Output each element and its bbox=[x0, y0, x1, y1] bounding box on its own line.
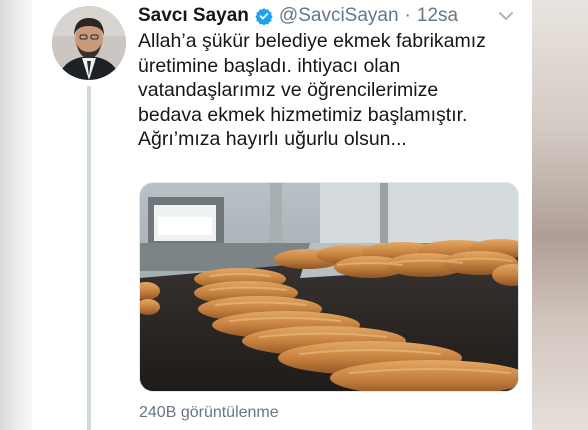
bread-factory-image bbox=[140, 183, 518, 391]
chevron-down-icon[interactable] bbox=[498, 9, 514, 21]
tweet-card[interactable]: Savcı Sayan @SavciSayan · 12sa Allah’a ş… bbox=[32, 0, 532, 430]
background-right-edge bbox=[532, 0, 588, 430]
separator-dot: · bbox=[404, 5, 411, 26]
tweet-text-line: vatandaşlarımız ve öğrencilerimize bbox=[138, 79, 439, 101]
avatar-image bbox=[52, 6, 126, 80]
tweet-text-line: üretimine başladı. ihtiyacı olan bbox=[138, 54, 401, 77]
verified-badge-icon bbox=[255, 7, 273, 26]
author-handle[interactable]: @SavciSayan bbox=[279, 5, 399, 27]
tweet-timestamp[interactable]: 12sa bbox=[417, 5, 458, 27]
tweet-text: Allah’a şükür belediye ekmek fabrikamız … bbox=[138, 29, 528, 152]
thread-line bbox=[87, 86, 91, 430]
tweet-text-line: Ağrı’mıza hayırlı uğurlu olsun... bbox=[138, 128, 407, 150]
author-name[interactable]: Savcı Sayan bbox=[138, 5, 249, 27]
tweet-text-line: bedava ekmek hizmetimiz başlamıştır. bbox=[138, 103, 468, 126]
avatar[interactable] bbox=[52, 6, 126, 80]
tweet-header: Savcı Sayan @SavciSayan · 12sa bbox=[138, 4, 458, 28]
tweet-text-line: Allah’a şükür belediye ekmek fabrikamız bbox=[138, 30, 486, 52]
tweet-media-video[interactable] bbox=[139, 182, 519, 392]
background-left-edge bbox=[0, 0, 32, 430]
view-count: 240B görüntülenme bbox=[139, 404, 279, 421]
